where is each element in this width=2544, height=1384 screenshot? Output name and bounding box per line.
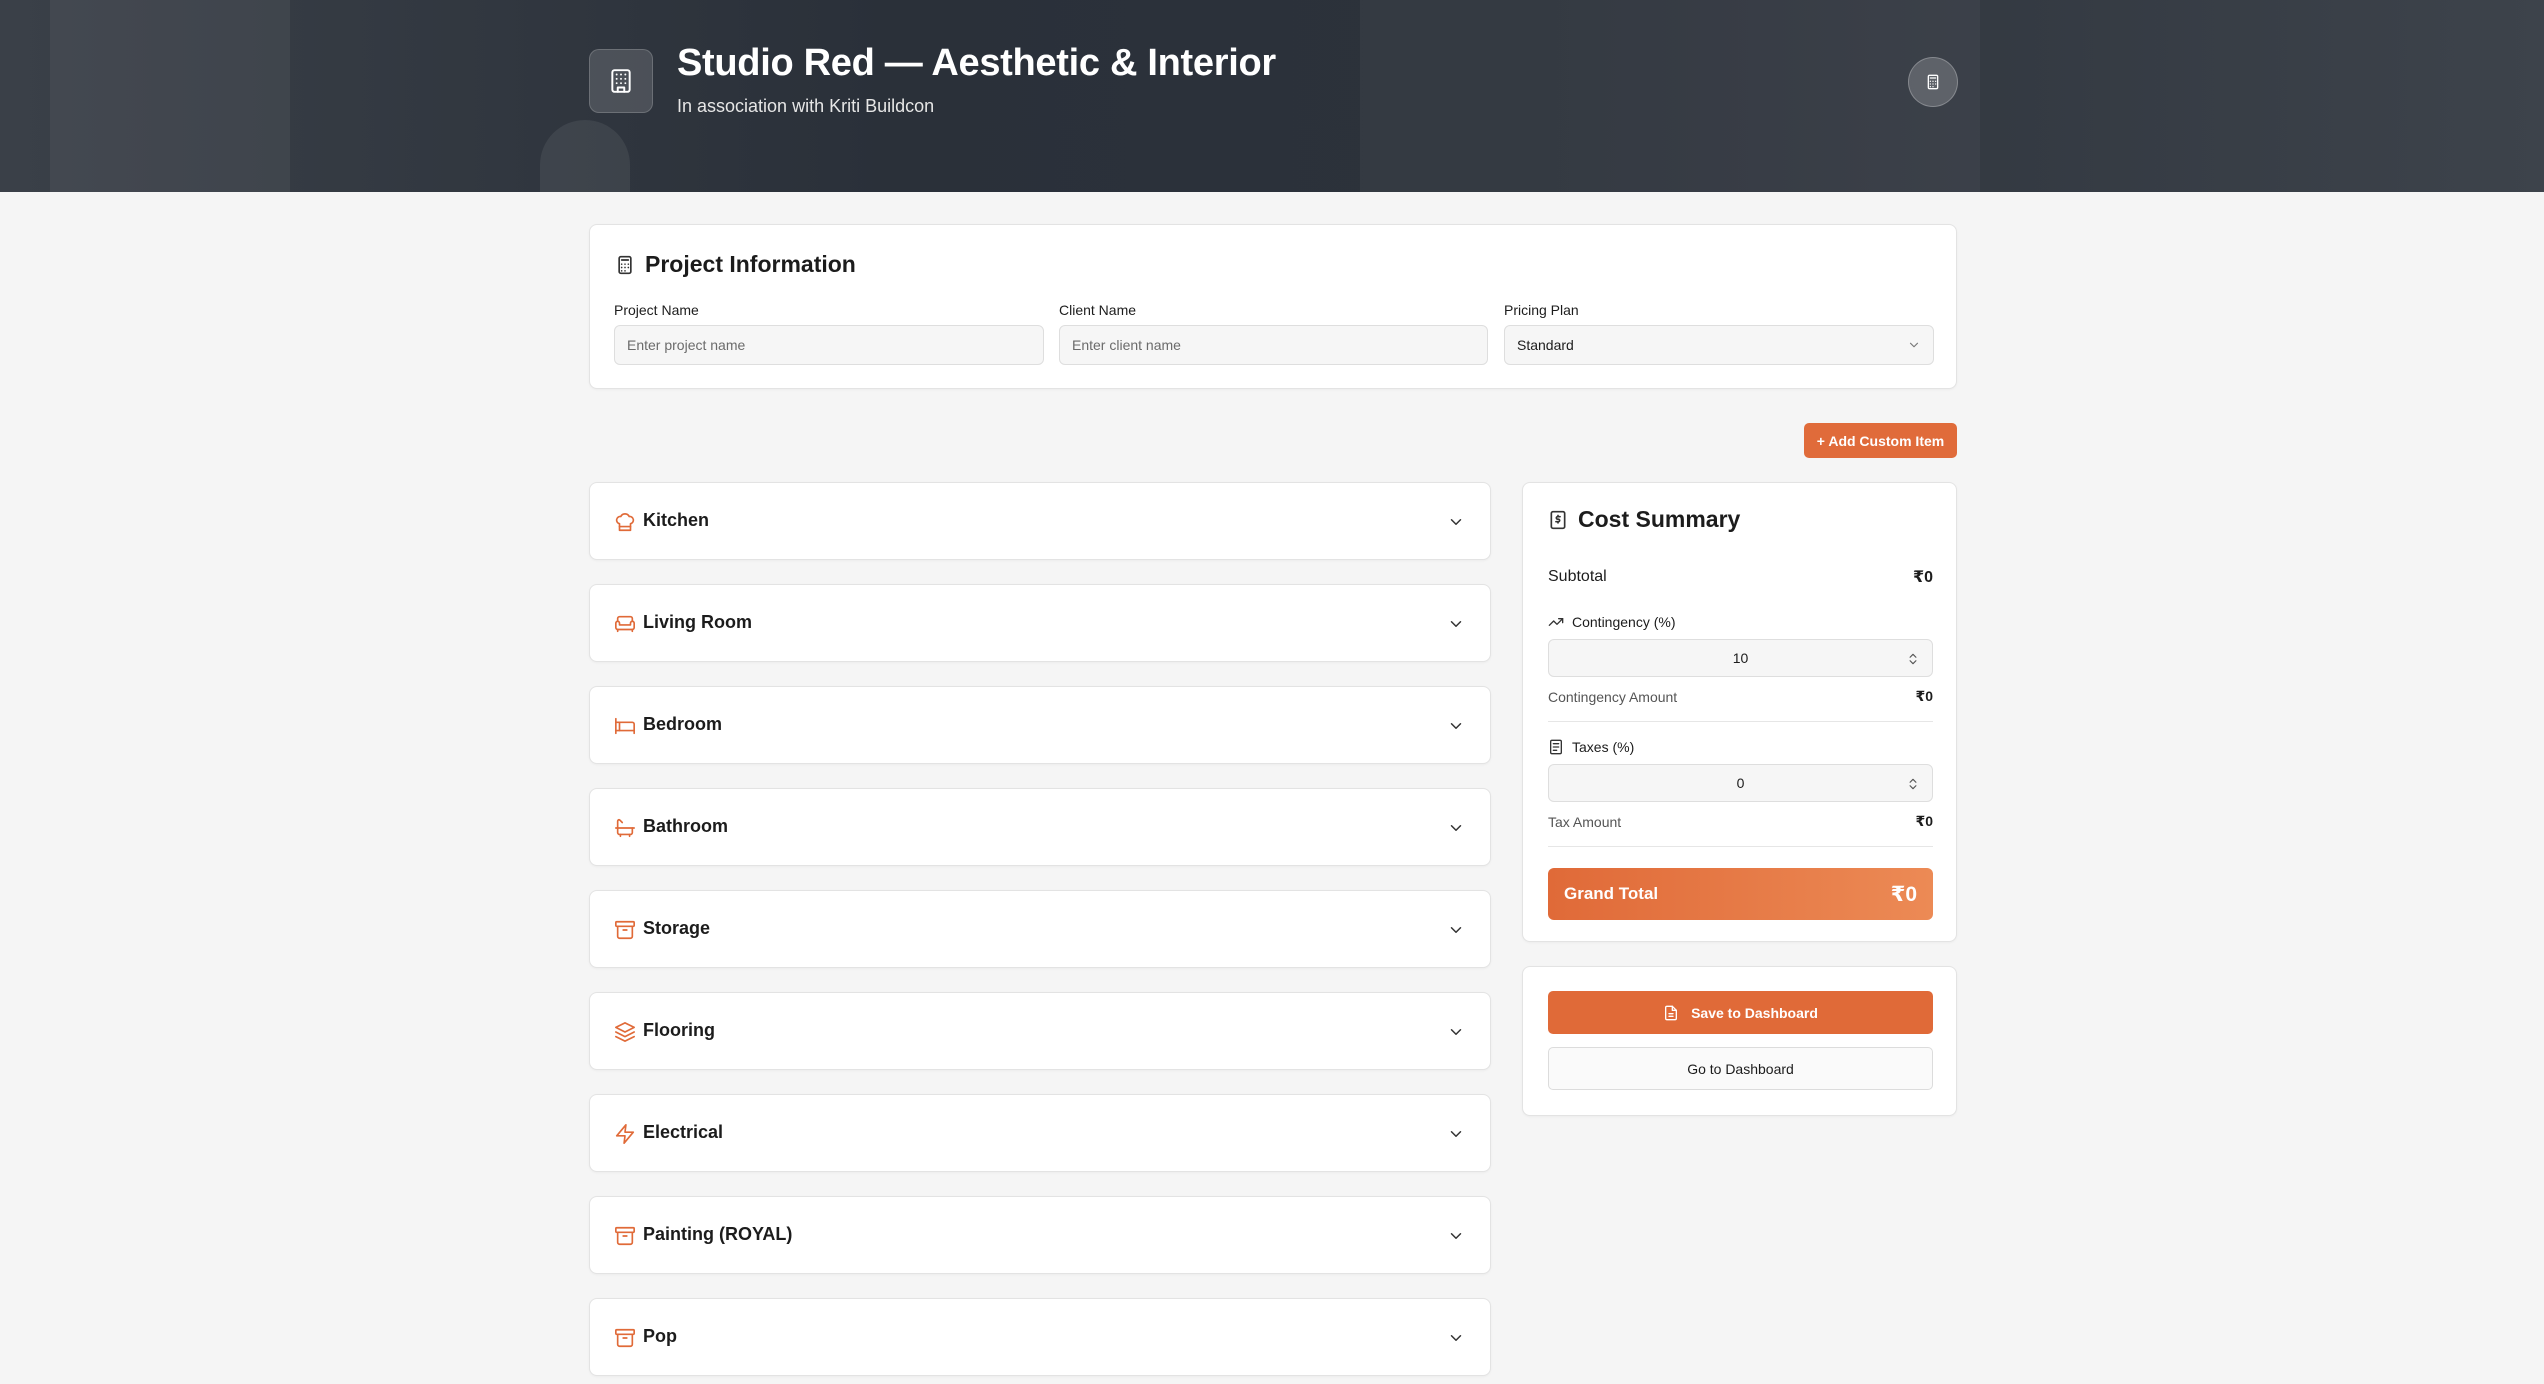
section-storage[interactable]: Storage xyxy=(589,890,1491,968)
grand-total-value: ₹0 xyxy=(1890,882,1917,906)
divider xyxy=(1548,721,1933,722)
section-label: Flooring xyxy=(643,1020,715,1040)
taxes-label: Taxes (%) xyxy=(1548,739,1634,755)
section-label: Bathroom xyxy=(643,816,728,836)
grand-total-label: Grand Total xyxy=(1564,884,1659,903)
tax-amount-row: Tax Amount ₹0 xyxy=(1548,813,1933,830)
contingency-label-text: Contingency (%) xyxy=(1572,614,1676,630)
taxes-input[interactable]: 0 xyxy=(1548,764,1933,802)
section-flooring[interactable]: Flooring xyxy=(589,992,1491,1070)
project-name-label: Project Name xyxy=(614,302,699,318)
chevron-down-icon xyxy=(1450,1233,1462,1239)
chevron-down-icon xyxy=(1450,621,1462,627)
taxes-label-text: Taxes (%) xyxy=(1572,739,1635,755)
calculator-button[interactable] xyxy=(1908,57,1958,107)
section-kitchen[interactable]: Kitchen xyxy=(589,482,1491,560)
tax-amount-label: Tax Amount xyxy=(1548,813,1622,830)
archive-icon xyxy=(615,1328,635,1348)
section-label: Painting (ROYAL) xyxy=(643,1224,793,1244)
tax-amount-value: ₹0 xyxy=(1915,813,1933,829)
app-subtitle: In association with Kriti Buildcon xyxy=(677,96,935,116)
stepper-icon[interactable] xyxy=(1906,775,1920,793)
contingency-amount-label: Contingency Amount xyxy=(1548,688,1678,705)
banner-decoration xyxy=(540,120,630,192)
contingency-value: 10 xyxy=(1732,650,1749,666)
zap-icon xyxy=(615,1124,635,1144)
bed-icon xyxy=(615,717,635,735)
chevron-down-icon xyxy=(1450,1335,1462,1341)
client-name-input[interactable] xyxy=(1059,325,1488,365)
calculator-icon xyxy=(1927,74,1939,90)
pricing-plan-value: Standard xyxy=(1517,337,1574,353)
chevron-down-icon xyxy=(1909,342,1919,348)
go-to-dashboard-button[interactable]: Go to Dashboard xyxy=(1548,1047,1933,1090)
taxes-value: 0 xyxy=(1736,775,1745,791)
project-name-input[interactable] xyxy=(614,325,1044,365)
section-label: Pop xyxy=(643,1326,677,1346)
section-pop[interactable]: Pop xyxy=(589,1298,1491,1376)
project-information-card: Project Information Project Name Client … xyxy=(589,224,1957,389)
actions-card: Save to Dashboard Go to Dashboard xyxy=(1522,966,1957,1116)
cost-summary-card: Cost Summary Subtotal ₹0 Contingency (%)… xyxy=(1522,482,1957,942)
file-icon xyxy=(1665,1005,1678,1020)
pricing-plan-select[interactable]: Standard xyxy=(1504,325,1934,365)
pricing-plan-label: Pricing Plan xyxy=(1504,302,1579,318)
client-name-label: Client Name xyxy=(1059,302,1137,318)
chef-hat-icon xyxy=(615,513,635,532)
chevron-down-icon xyxy=(1450,723,1462,729)
contingency-amount-value: ₹0 xyxy=(1915,688,1933,704)
logo xyxy=(589,49,653,113)
card-title: Project Information xyxy=(645,251,856,277)
grand-total-bar: Grand Total ₹0 xyxy=(1548,868,1933,920)
add-custom-item-button[interactable]: + Add Custom Item xyxy=(1804,423,1957,458)
section-label: Living Room xyxy=(643,612,752,632)
contingency-input[interactable]: 10 xyxy=(1548,639,1933,677)
contingency-amount-row: Contingency Amount ₹0 xyxy=(1548,688,1933,705)
section-label: Storage xyxy=(643,918,711,938)
stepper-icon[interactable] xyxy=(1906,650,1920,668)
divider xyxy=(1548,846,1933,847)
chevron-down-icon xyxy=(1450,1029,1462,1035)
save-button-label: Save to Dashboard xyxy=(1691,1004,1818,1021)
project-information-heading: Project Information xyxy=(615,251,856,278)
app-title: Studio Red — Aesthetic & Interior xyxy=(677,42,1276,84)
section-bedroom[interactable]: Bedroom xyxy=(589,686,1491,764)
archive-icon xyxy=(615,920,635,940)
sofa-icon xyxy=(615,615,635,633)
contingency-label: Contingency (%) xyxy=(1548,614,1676,630)
chevron-down-icon xyxy=(1450,927,1462,933)
contingency-label-row: Contingency (%) xyxy=(1548,614,1933,630)
header-banner: Studio Red — Aesthetic & Interior In ass… xyxy=(0,0,2544,192)
card-title: Cost Summary xyxy=(1578,506,1741,532)
section-painting[interactable]: Painting (ROYAL) xyxy=(589,1196,1491,1274)
banner-decoration xyxy=(1360,0,1980,192)
section-label: Kitchen xyxy=(643,510,710,530)
layers-icon xyxy=(615,1022,635,1042)
chevron-down-icon xyxy=(1450,1131,1462,1137)
section-label: Bedroom xyxy=(643,714,723,734)
subtotal-row: Subtotal ₹0 xyxy=(1548,567,1933,587)
bath-icon xyxy=(615,818,635,838)
section-living-room[interactable]: Living Room xyxy=(589,584,1491,662)
archive-icon xyxy=(615,1226,635,1246)
chevron-down-icon xyxy=(1450,825,1462,831)
subtotal-value: ₹0 xyxy=(1912,569,1933,586)
section-label: Electrical xyxy=(643,1122,724,1142)
calculator-icon xyxy=(618,255,632,274)
save-to-dashboard-button[interactable]: Save to Dashboard xyxy=(1548,991,1933,1034)
chevron-down-icon xyxy=(1450,519,1462,525)
subtotal-label: Subtotal xyxy=(1548,568,1607,585)
cost-summary-heading: Cost Summary xyxy=(1548,506,1740,533)
building-icon xyxy=(611,69,631,93)
banner-decoration xyxy=(50,0,290,192)
receipt-icon xyxy=(1550,739,1562,755)
trending-up-icon xyxy=(1548,618,1564,626)
section-electrical[interactable]: Electrical xyxy=(589,1094,1491,1172)
section-bathroom[interactable]: Bathroom xyxy=(589,788,1491,866)
receipt-icon xyxy=(1550,510,1566,529)
taxes-label-row: Taxes (%) xyxy=(1548,739,1933,755)
